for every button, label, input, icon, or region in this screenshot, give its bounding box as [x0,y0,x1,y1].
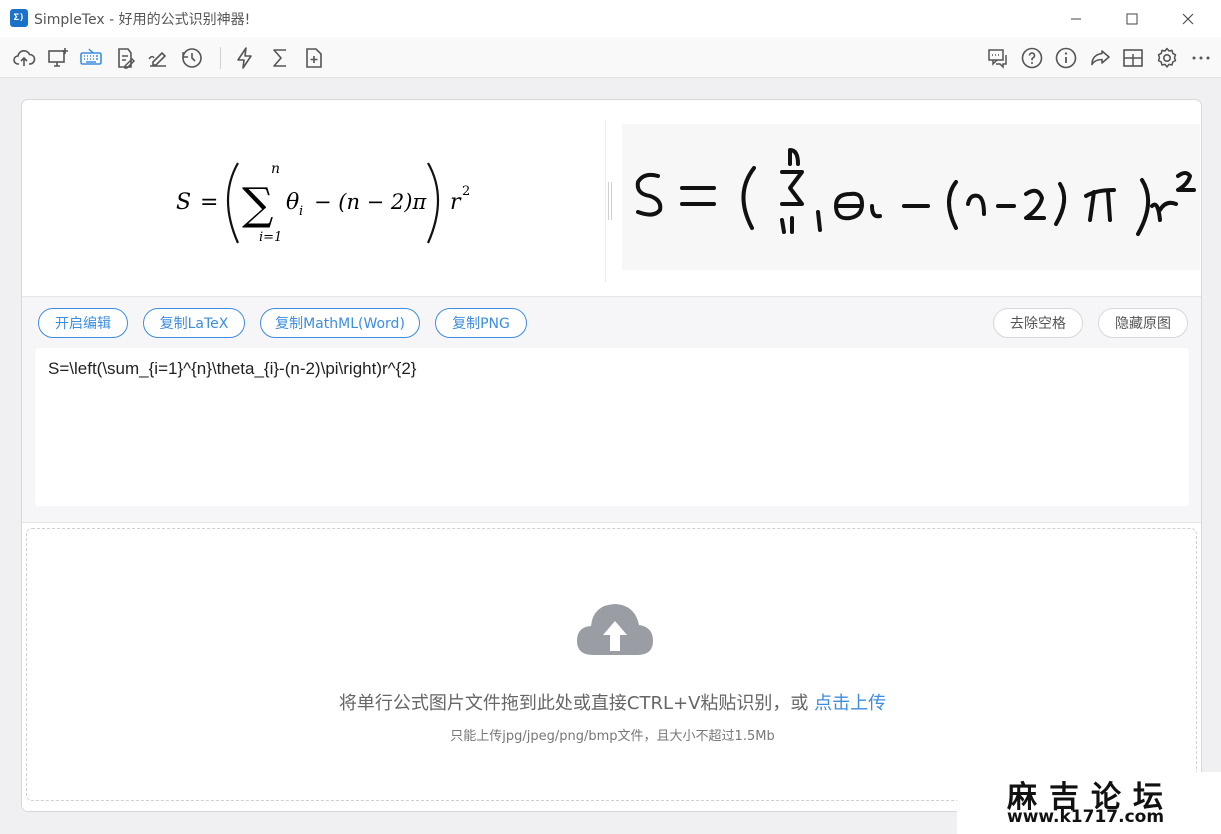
latex-code[interactable]: S=\left(\sum_{i=1}^{n}\theta_{i}-(n-2)\p… [48,359,416,379]
toolbar-separator [220,47,221,69]
latex-panel: S=\left(\sum_{i=1}^{n}\theta_{i}-(n-2)\p… [22,348,1201,522]
split-handle[interactable] [608,182,612,220]
help-button[interactable] [1019,45,1045,71]
rendered-formula: S = n ∑ i=1 θ i − (n − 2)π r 2 [176,161,470,245]
tail-exponent: 2 [462,184,470,199]
feedback-button[interactable] [985,45,1011,71]
share-button[interactable] [1087,45,1113,71]
screenshot-button[interactable] [45,45,71,71]
formula-theta: θ [286,190,299,215]
share-icon [1091,50,1110,66]
handwritten-formula-image [635,148,1196,236]
formula-tail: r [450,190,462,215]
action-row: 开启编辑 复制LaTeX 复制MathML(Word) 复制PNG 去除空格 隐… [22,296,1201,348]
history-icon [182,48,202,68]
flash-button[interactable] [232,45,258,71]
rendered-formula-preview: S = n ∑ i=1 θ i − (n − 2)π r 2 [22,100,605,296]
click-upload-link[interactable]: 点击上传 [814,693,886,714]
more-button[interactable] [1188,45,1214,71]
preview-row: S = n ∑ i=1 θ i − (n − 2)π r 2 [22,100,1201,296]
sigma-icon [273,49,286,67]
history-button[interactable] [179,45,205,71]
sum-lower-limit: i=1 [259,230,282,245]
copy-mathml-button[interactable]: 复制MathML(Word) [260,308,420,338]
upload-hint: 只能上传jpg/jpeg/png/bmp文件，且大小不超过1.5Mb [450,729,775,744]
info-icon [1055,47,1077,69]
watermark: 麻吉论坛 www.k1717.com [957,772,1221,834]
flash-icon [237,47,252,69]
edit-doc-button[interactable] [112,45,138,71]
upload-cloud-icon [13,50,36,66]
new-file-icon [306,48,322,68]
sum-upper-limit: n [271,161,280,177]
remove-spaces-button[interactable]: 去除空格 [993,308,1083,338]
hide-original-button[interactable]: 隐藏原图 [1098,308,1188,338]
upload-dropzone[interactable]: 将单行公式图片文件拖到此处或直接CTRL+V粘贴识别，或 点击上传 只能上传jp… [26,528,1197,801]
sigma-button[interactable] [267,45,293,71]
upload-instructions: 将单行公式图片文件拖到此处或直接CTRL+V粘贴识别，或 点击上传 [27,689,1198,715]
right-paren [426,162,439,244]
handwrite-icon [148,51,167,67]
minimize-icon [1071,18,1081,19]
close-button[interactable] [1160,0,1216,37]
theta-subscript: i [299,204,303,219]
edit-button[interactable]: 开启编辑 [38,308,128,338]
upload-section: 将单行公式图片文件拖到此处或直接CTRL+V粘贴识别，或 点击上传 只能上传jp… [22,522,1201,811]
edit-doc-icon [118,48,136,69]
window-button[interactable] [1120,45,1146,71]
window-title: SimpleTex - 好用的公式识别神器! [34,12,251,28]
upload-main-text: 将单行公式图片文件拖到此处或直接CTRL+V粘贴识别，或 [338,693,815,714]
formula-rest: − (n − 2)π [314,190,427,214]
watermark-url: www.k1717.com [1007,807,1165,827]
settings-button[interactable] [1154,45,1180,71]
handwrite-button[interactable] [145,45,171,71]
close-icon [1182,13,1194,24]
maximize-button[interactable] [1104,0,1160,37]
feedback-icon [988,49,1007,69]
info-button[interactable] [1053,45,1079,71]
help-icon [1021,47,1043,69]
formula-equals: = [200,190,218,215]
sum-sign: ∑ [242,179,273,230]
copy-latex-button[interactable]: 复制LaTeX [143,308,245,338]
screenshot-icon [48,48,68,67]
cloud-upload-icon [577,604,653,655]
settings-icon [1157,47,1177,68]
copy-png-button[interactable]: 复制PNG [435,308,527,338]
maximize-icon [1126,13,1138,24]
title-bar: Σ) SimpleTex - 好用的公式识别神器! [0,0,1221,37]
latex-editor[interactable]: S=\left(\sum_{i=1}^{n}\theta_{i}-(n-2)\p… [35,348,1189,506]
new-file-button[interactable] [301,45,327,71]
keyboard-button[interactable] [78,45,104,71]
upload-cloud-button[interactable] [11,45,37,71]
toolbar [0,37,1221,78]
minimize-button[interactable] [1048,0,1104,37]
left-paren [226,162,239,244]
more-icon [1192,56,1210,60]
keyboard-icon [80,48,102,65]
original-image-preview [622,124,1200,270]
app-logo-icon: Σ) [10,9,28,27]
window-icon [1123,49,1143,67]
preview-divider [605,120,606,282]
main-card: S = n ∑ i=1 θ i − (n − 2)π r 2 开启编辑 复制La… [21,99,1202,812]
formula-lhs: S [176,190,191,215]
